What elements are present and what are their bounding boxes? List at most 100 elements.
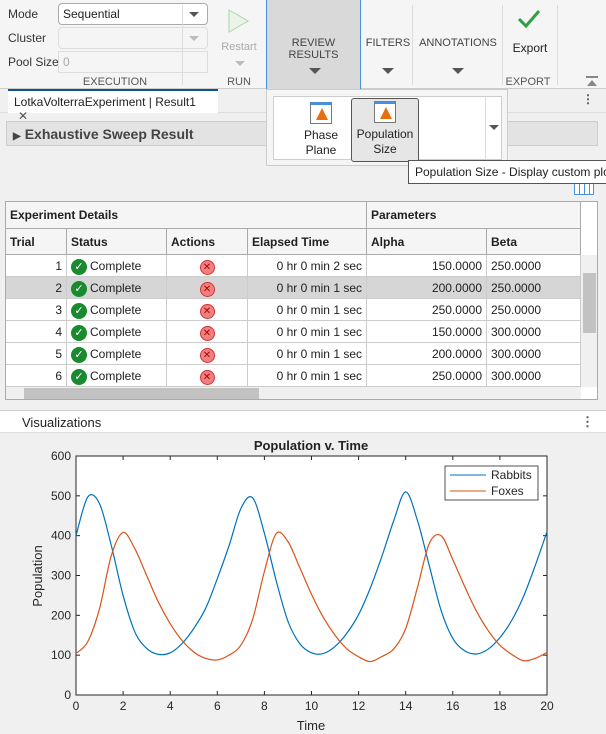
filters-button[interactable]: FILTERS (362, 4, 412, 84)
actions-cell: ✕ (167, 299, 248, 321)
x-tick-label: 8 (261, 699, 268, 713)
chevron-down-icon (235, 61, 245, 66)
complete-check-icon: ✓ (71, 259, 87, 275)
more-options-icon[interactable]: ⋮ (582, 92, 594, 106)
beta-cell: 300.0000 (487, 343, 581, 365)
status-text: Complete (90, 281, 142, 296)
play-icon (228, 9, 249, 33)
group-header-experiment-details: Experiment Details (6, 202, 367, 229)
more-options-icon[interactable]: ⋮ (581, 414, 594, 430)
collapse-toolstrip-icon[interactable] (586, 76, 598, 86)
export-button[interactable]: Export (504, 4, 556, 70)
annotations-label: ANNOTATIONS (419, 37, 497, 49)
legend: Rabbits Foxes (444, 465, 539, 501)
review-results-label: REVIEW RESULTS (288, 37, 339, 61)
column-header-trial[interactable]: Trial (6, 229, 67, 255)
stop-trial-icon[interactable]: ✕ (199, 282, 215, 297)
horizontal-scroll-thumb[interactable] (24, 388, 259, 399)
y-tick-label: 600 (51, 449, 71, 463)
status-cell: ✓ Complete (67, 321, 167, 343)
actions-cell: ✕ (167, 277, 248, 299)
tab-result1[interactable]: LotkaVolterraExperiment | Result1 ✕ (8, 89, 218, 123)
trial-cell: 1 (6, 255, 67, 277)
vertical-scroll-thumb[interactable] (583, 273, 596, 333)
divider (557, 5, 558, 85)
beta-cell: 300.0000 (487, 365, 581, 387)
stop-trial-icon[interactable]: ✕ (199, 326, 215, 341)
column-header-alpha[interactable]: Alpha (367, 229, 487, 255)
x-tick-label: 12 (352, 699, 366, 713)
review-results-button[interactable]: REVIEW RESULTS (266, 0, 361, 89)
filters-label: FILTERS (365, 37, 411, 49)
vertical-scrollbar[interactable] (581, 255, 597, 387)
y-tick-label: 300 (51, 569, 71, 583)
column-header-beta[interactable]: Beta (487, 229, 581, 255)
mode-dropdown[interactable]: Sequential (58, 3, 208, 25)
execution-group-label: EXECUTION (82, 76, 148, 88)
horizontal-scrollbar[interactable] (6, 387, 581, 399)
x-tick-label: 6 (214, 699, 221, 713)
actions-cell: ✕ (167, 343, 248, 365)
stop-trial-icon[interactable]: ✕ (199, 260, 215, 275)
tooltip: Population Size - Display custom plot (408, 160, 606, 184)
cluster-dropdown[interactable] (58, 27, 208, 49)
column-header-actions[interactable]: Actions (167, 229, 248, 255)
gallery-item-population-size[interactable]: Population Size (351, 98, 419, 162)
gallery-item-phase-plane[interactable]: Phase Plane (287, 100, 355, 164)
trial-cell: 6 (6, 365, 67, 387)
stop-trial-icon[interactable]: ✕ (199, 304, 215, 319)
actions-cell: ✕ (167, 255, 248, 277)
alpha-cell: 250.0000 (367, 365, 487, 387)
x-tick-label: 16 (446, 699, 460, 713)
trial-cell: 2 (6, 277, 67, 299)
pool-size-label: Pool Size (8, 55, 59, 69)
chevron-down-icon (189, 12, 199, 17)
elapsed-cell: 0 hr 0 min 2 sec (248, 255, 367, 277)
beta-cell: 250.0000 (487, 277, 581, 299)
status-cell: ✓ Complete (67, 343, 167, 365)
y-tick-label: 400 (51, 529, 71, 543)
export-group-label: EXPORT (505, 76, 551, 88)
alpha-cell: 200.0000 (367, 277, 487, 299)
complete-check-icon: ✓ (71, 303, 87, 319)
beta-cell: 250.0000 (487, 299, 581, 321)
elapsed-cell: 0 hr 0 min 1 sec (248, 365, 367, 387)
restart-button[interactable]: Restart (214, 4, 264, 70)
expand-arrow-icon: ▶ (13, 131, 21, 142)
item-label: Phase (303, 128, 339, 142)
complete-check-icon: ✓ (71, 325, 87, 341)
pool-size-input[interactable]: 0 (58, 51, 208, 73)
legend-label-foxes: Foxes (491, 484, 524, 498)
status-text: Complete (90, 303, 142, 318)
results-table: Experiment Details Parameters Trial Stat… (5, 201, 598, 400)
status-text: Complete (90, 325, 142, 340)
legend-label-rabbits: Rabbits (491, 468, 532, 482)
export-label: Export (512, 41, 548, 55)
chart-title: Population v. Time (254, 438, 368, 453)
annotations-button[interactable]: ANNOTATIONS (414, 4, 502, 84)
cluster-label: Cluster (8, 31, 47, 45)
x-tick-label: 14 (399, 699, 413, 713)
gallery-expand-button[interactable] (485, 97, 502, 159)
elapsed-cell: 0 hr 0 min 1 sec (248, 321, 367, 343)
status-text: Complete (90, 369, 142, 384)
checkmark-icon (517, 10, 541, 29)
column-header-status[interactable]: Status (67, 229, 167, 255)
table-layout-icon[interactable] (574, 183, 594, 195)
alpha-cell: 150.0000 (367, 321, 487, 343)
run-group-label: RUN (227, 76, 251, 88)
column-header-elapsed-time[interactable]: Elapsed Time (248, 229, 367, 255)
stop-trial-icon[interactable]: ✕ (199, 370, 215, 385)
status-cell: ✓ Complete (67, 365, 167, 387)
trial-cell: 3 (6, 299, 67, 321)
x-tick-label: 10 (305, 699, 319, 713)
status-cell: ✓ Complete (67, 299, 167, 321)
alpha-cell: 200.0000 (367, 343, 487, 365)
review-results-gallery-popup: Phase Plane Population Size (266, 89, 508, 166)
chevron-down-icon (489, 125, 499, 130)
x-tick-label: 2 (120, 699, 127, 713)
status-cell: ✓ Complete (67, 255, 167, 277)
stop-trial-icon[interactable]: ✕ (199, 348, 215, 363)
chevron-down-icon (382, 68, 394, 74)
section-title: Exhaustive Sweep Result (24, 126, 194, 142)
